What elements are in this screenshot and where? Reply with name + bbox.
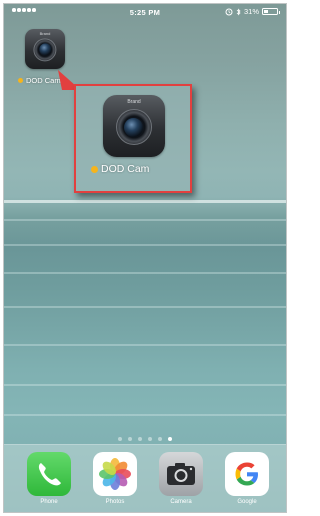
dock-label: Phone xyxy=(40,499,58,505)
dock: Phone Photos Camera Google xyxy=(4,444,286,512)
page-dot[interactable] xyxy=(138,437,142,441)
lens-icon xyxy=(116,109,152,146)
dock-app-phone[interactable]: Phone xyxy=(26,452,72,505)
dock-app-google[interactable]: Google xyxy=(224,452,270,505)
page-dot[interactable] xyxy=(158,437,162,441)
new-app-dot xyxy=(18,78,23,83)
phone-icon[interactable] xyxy=(27,452,71,496)
horizon-line xyxy=(4,200,286,203)
camera-icon[interactable] xyxy=(159,452,203,496)
wave xyxy=(4,272,286,274)
new-app-dot xyxy=(91,165,98,173)
app-brand-text: Brand xyxy=(127,98,141,105)
dock-label: Photos xyxy=(105,499,125,505)
dodcam-app-icon-enlarged[interactable]: Brand xyxy=(103,95,165,157)
dock-app-camera[interactable]: Camera xyxy=(158,452,204,505)
page-dot[interactable] xyxy=(118,437,122,441)
page-indicator[interactable] xyxy=(4,437,286,441)
dock-label: Google xyxy=(237,499,257,505)
page-dot[interactable] xyxy=(168,437,172,441)
phone-screen: 5:25 PM 31% Brand DOD Cam Brand DOD Cam … xyxy=(3,3,287,513)
bluetooth-icon xyxy=(236,8,241,15)
dodcam-app-icon[interactable]: Brand xyxy=(25,29,65,69)
wave xyxy=(4,244,286,246)
page-dot[interactable] xyxy=(128,437,132,441)
dock-label: Camera xyxy=(170,499,192,505)
app-name: DOD Cam xyxy=(101,163,150,175)
battery-percent: 31% xyxy=(243,7,259,16)
alarm-icon xyxy=(225,8,233,15)
wave xyxy=(4,344,286,346)
photos-icon[interactable] xyxy=(93,452,137,496)
dodcam-app-label-enlarged: DOD Cam xyxy=(91,163,149,175)
wave xyxy=(4,219,286,221)
highlight-box: Brand DOD Cam xyxy=(74,84,192,193)
wave xyxy=(4,306,286,308)
battery-icon xyxy=(262,8,280,15)
dodcam-app-label: DOD Cam xyxy=(18,76,61,85)
wave xyxy=(4,384,286,386)
app-brand-text: Brand xyxy=(39,31,51,37)
wave xyxy=(4,414,286,416)
dock-app-photos[interactable]: Photos xyxy=(92,452,138,505)
lens-icon xyxy=(33,38,57,62)
status-bar: 5:25 PM 31% xyxy=(4,4,286,20)
page-dot[interactable] xyxy=(148,437,152,441)
status-right: 31% xyxy=(225,7,280,16)
google-icon[interactable] xyxy=(225,452,269,496)
